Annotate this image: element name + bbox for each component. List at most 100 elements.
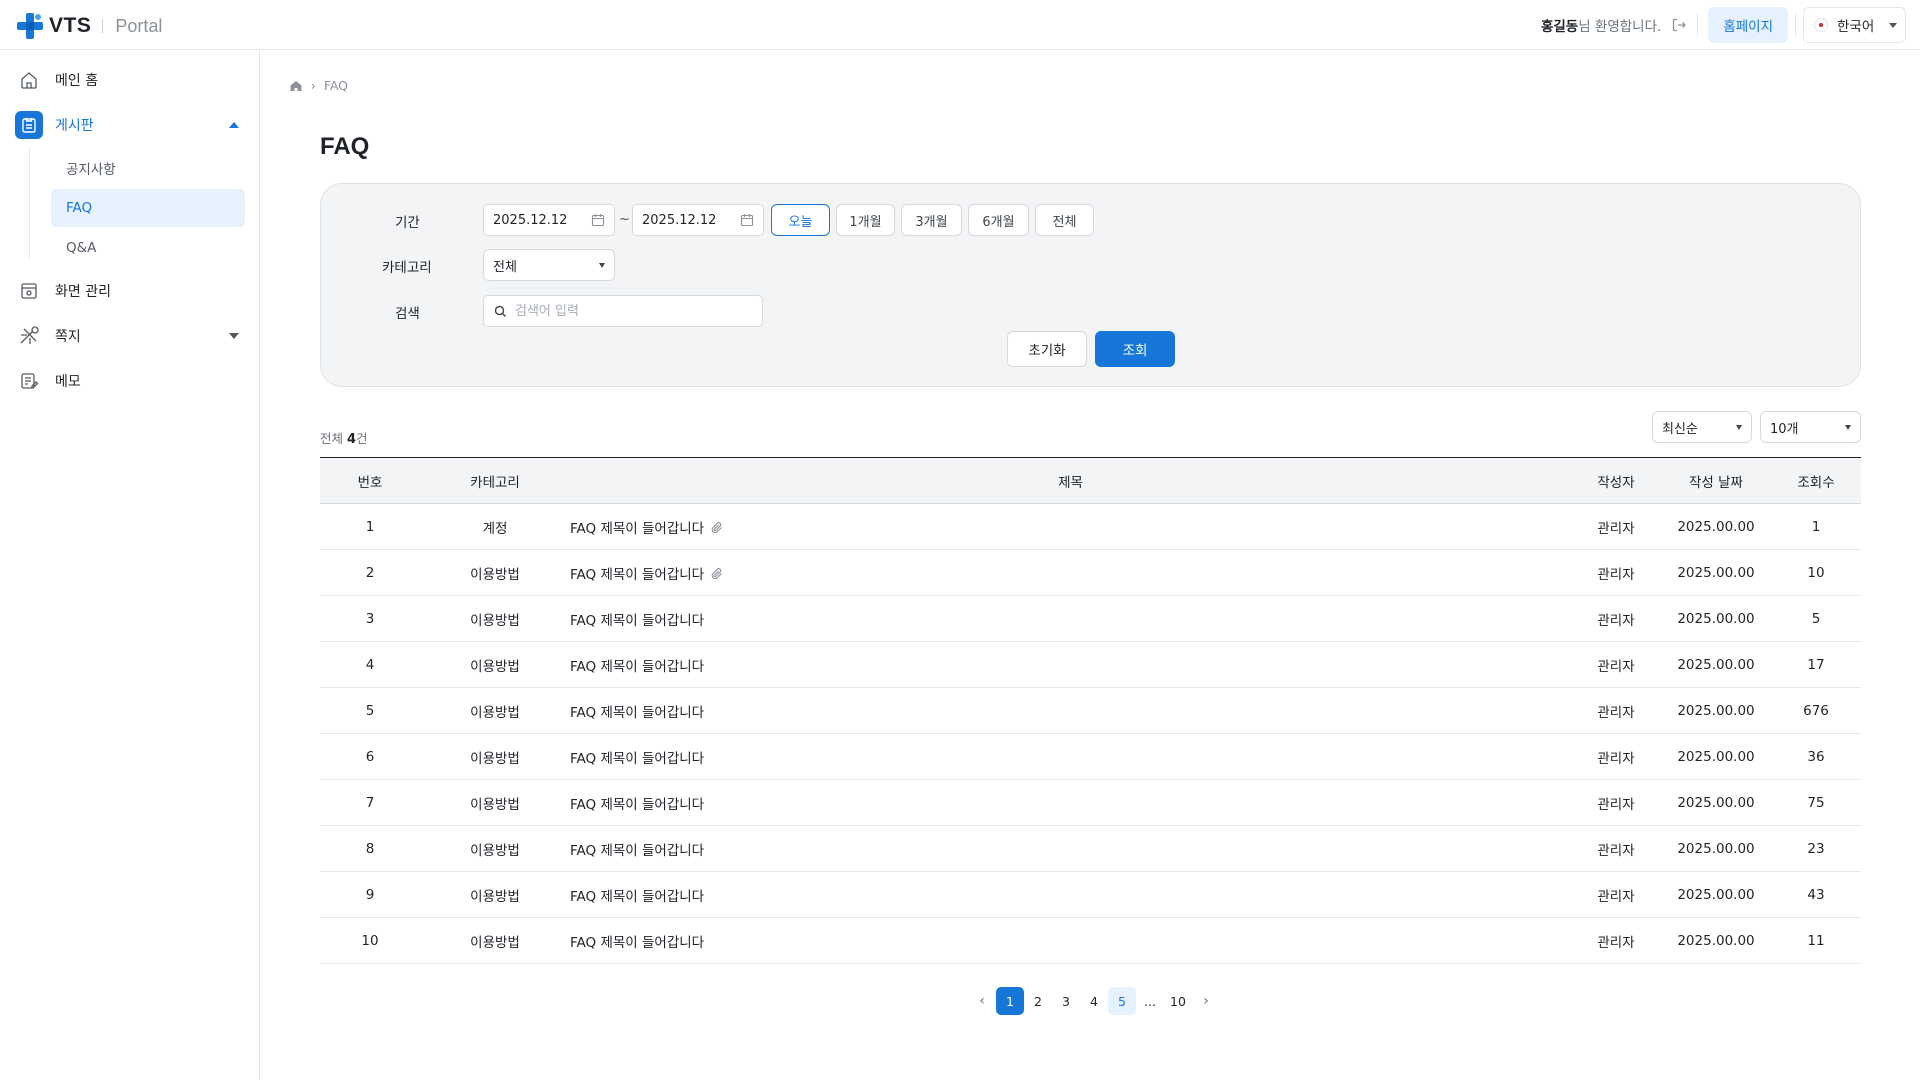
row-title-cell[interactable]: FAQ 제목이 들어갑니다 [570,549,1571,596]
sidebar-item-screen-manage[interactable]: 화면 관리 [15,275,245,307]
row-number: 8 [320,825,420,872]
reset-button[interactable]: 초기화 [1007,331,1087,367]
page-button-1[interactable]: 1 [996,987,1024,1015]
row-author: 관리자 [1571,871,1661,918]
search-field[interactable] [483,295,763,327]
table-row[interactable]: 2 이용방법 FAQ 제목이 들어갑니다 관리자 2025.00.00 10 [320,549,1861,596]
sidebar-subitem-qna[interactable]: Q&A [51,229,245,267]
page-button-10[interactable]: 10 [1164,987,1192,1015]
period-1month-button[interactable]: 1개월 [836,204,895,236]
submenu-guide-line [29,148,30,258]
table-row[interactable]: 7 이용방법 FAQ 제목이 들어갑니다 관리자 2025.00.00 75 [320,779,1861,826]
row-title-cell[interactable]: FAQ 제목이 들어갑니다 [570,779,1571,826]
total-suffix: 건 [356,431,368,446]
calendar-icon[interactable] [740,213,754,227]
header-actions: 홍길동님 환영합니다. 홈페이지 한국어 [1541,7,1906,43]
row-title[interactable]: FAQ 제목이 들어갑니다 [570,889,704,905]
row-author: 관리자 [1571,641,1661,688]
start-date-input[interactable]: 2025.12.12 [483,204,615,236]
end-date-input[interactable]: 2025.12.12 [632,204,764,236]
sidebar-item-board[interactable]: 게시판 [15,109,245,141]
sort-select[interactable]: 최신순 [1652,411,1752,443]
row-title[interactable]: FAQ 제목이 들어갑니다 [570,705,704,721]
column-header-author: 작성자 [1571,457,1661,504]
period-6month-button[interactable]: 6개월 [968,204,1029,236]
row-author: 관리자 [1571,595,1661,642]
total-number: 4 [347,432,357,447]
row-title[interactable]: FAQ 제목이 들어갑니다 [570,843,704,859]
sidebar-subitem-faq[interactable]: FAQ [51,189,245,227]
home-icon[interactable] [289,79,303,93]
period-3month-button[interactable]: 3개월 [901,204,962,236]
sidebar-item-memo[interactable]: 메모 [15,365,245,397]
period-today-button[interactable]: 오늘 [771,204,830,236]
table-row[interactable]: 4 이용방법 FAQ 제목이 들어갑니다 관리자 2025.00.00 17 [320,641,1861,688]
homepage-button[interactable]: 홈페이지 [1708,7,1788,43]
page-button-5[interactable]: 5 [1108,987,1136,1015]
row-views: 23 [1771,825,1861,872]
search-input[interactable] [515,303,735,319]
sidebar: 메인 홈 게시판 공지사항 FAQ Q&A 화면 관리 쪽지 메모 [0,50,260,1080]
language-select[interactable]: 한국어 [1803,7,1906,43]
header-divider [1795,14,1796,36]
row-number: 2 [320,549,420,596]
search-icon [494,305,506,317]
row-title-cell[interactable]: FAQ 제목이 들어갑니다 [570,917,1571,964]
row-date: 2025.00.00 [1661,687,1771,734]
table-row[interactable]: 8 이용방법 FAQ 제목이 들어갑니다 관리자 2025.00.00 23 [320,825,1861,872]
row-views: 10 [1771,549,1861,596]
row-title[interactable]: FAQ 제목이 들어갑니다 [570,521,704,537]
page-button-3[interactable]: 3 [1052,987,1080,1015]
memo-icon [15,367,43,395]
breadcrumb-current: FAQ [323,78,349,93]
row-title-cell[interactable]: FAQ 제목이 들어갑니다 [570,825,1571,872]
logout-icon[interactable] [1671,17,1687,33]
search-submit-button[interactable]: 조회 [1095,331,1175,367]
row-title[interactable]: FAQ 제목이 들어갑니다 [570,567,704,583]
row-title-cell[interactable]: FAQ 제목이 들어갑니다 [570,641,1571,688]
total-prefix: 전체 [320,431,344,446]
row-title-cell[interactable]: FAQ 제목이 들어갑니다 [570,871,1571,918]
row-date: 2025.00.00 [1661,871,1771,918]
row-views: 5 [1771,595,1861,642]
search-filter-panel: 기간 2025.12.12 ~ 2025.12.12 오늘 1개월 3개월 6개… [320,183,1861,387]
table-header-row: 번호 카테고리 제목 작성자 작성 날짜 조회수 [320,457,1861,504]
period-label: 기간 [395,215,420,231]
table-row[interactable]: 10 이용방법 FAQ 제목이 들어갑니다 관리자 2025.00.00 11 [320,917,1861,964]
page-size-select[interactable]: 10개 [1760,411,1861,443]
row-title[interactable]: FAQ 제목이 들어갑니다 [570,751,704,767]
row-title-cell[interactable]: FAQ 제목이 들어갑니다 [570,687,1571,734]
table-row[interactable]: 6 이용방법 FAQ 제목이 들어갑니다 관리자 2025.00.00 36 [320,733,1861,780]
row-title[interactable]: FAQ 제목이 들어갑니다 [570,935,704,951]
chevron-right-icon: › [311,78,316,93]
pagination: ‹ 1 2 3 4 5 ... 10 › [968,987,1220,1015]
sidebar-item-message[interactable]: 쪽지 [15,320,245,352]
sidebar-item-label: 쪽지 [55,329,81,345]
sidebar-subitem-notice[interactable]: 공지사항 [51,149,245,187]
table-row[interactable]: 9 이용방법 FAQ 제목이 들어갑니다 관리자 2025.00.00 43 [320,871,1861,918]
language-label: 한국어 [1837,19,1875,35]
row-title[interactable]: FAQ 제목이 들어갑니다 [570,659,704,675]
period-all-button[interactable]: 전체 [1035,204,1094,236]
category-select[interactable]: 전체 [483,249,615,281]
row-category: 이용방법 [420,687,570,734]
row-category: 이용방법 [420,825,570,872]
row-date: 2025.00.00 [1661,641,1771,688]
row-title[interactable]: FAQ 제목이 들어갑니다 [570,613,704,629]
sidebar-item-main-home[interactable]: 메인 홈 [15,64,245,96]
table-row[interactable]: 5 이용방법 FAQ 제목이 들어갑니다 관리자 2025.00.00 676 [320,687,1861,734]
prev-page-button[interactable]: ‹ [968,987,996,1015]
calendar-icon[interactable] [591,213,605,227]
row-title-cell[interactable]: FAQ 제목이 들어갑니다 [570,503,1571,550]
next-page-button[interactable]: › [1192,987,1220,1015]
table-row[interactable]: 1 계정 FAQ 제목이 들어갑니다 관리자 2025.00.00 1 [320,503,1861,550]
row-title-cell[interactable]: FAQ 제목이 들어갑니다 [570,595,1571,642]
row-title-cell[interactable]: FAQ 제목이 들어갑니다 [570,733,1571,780]
chevron-down-icon [1889,23,1897,28]
table-row[interactable]: 3 이용방법 FAQ 제목이 들어갑니다 관리자 2025.00.00 5 [320,595,1861,642]
row-date: 2025.00.00 [1661,917,1771,964]
page-button-4[interactable]: 4 [1080,987,1108,1015]
logo[interactable]: VTS Portal [15,11,162,41]
page-button-2[interactable]: 2 [1024,987,1052,1015]
row-title[interactable]: FAQ 제목이 들어갑니다 [570,797,704,813]
